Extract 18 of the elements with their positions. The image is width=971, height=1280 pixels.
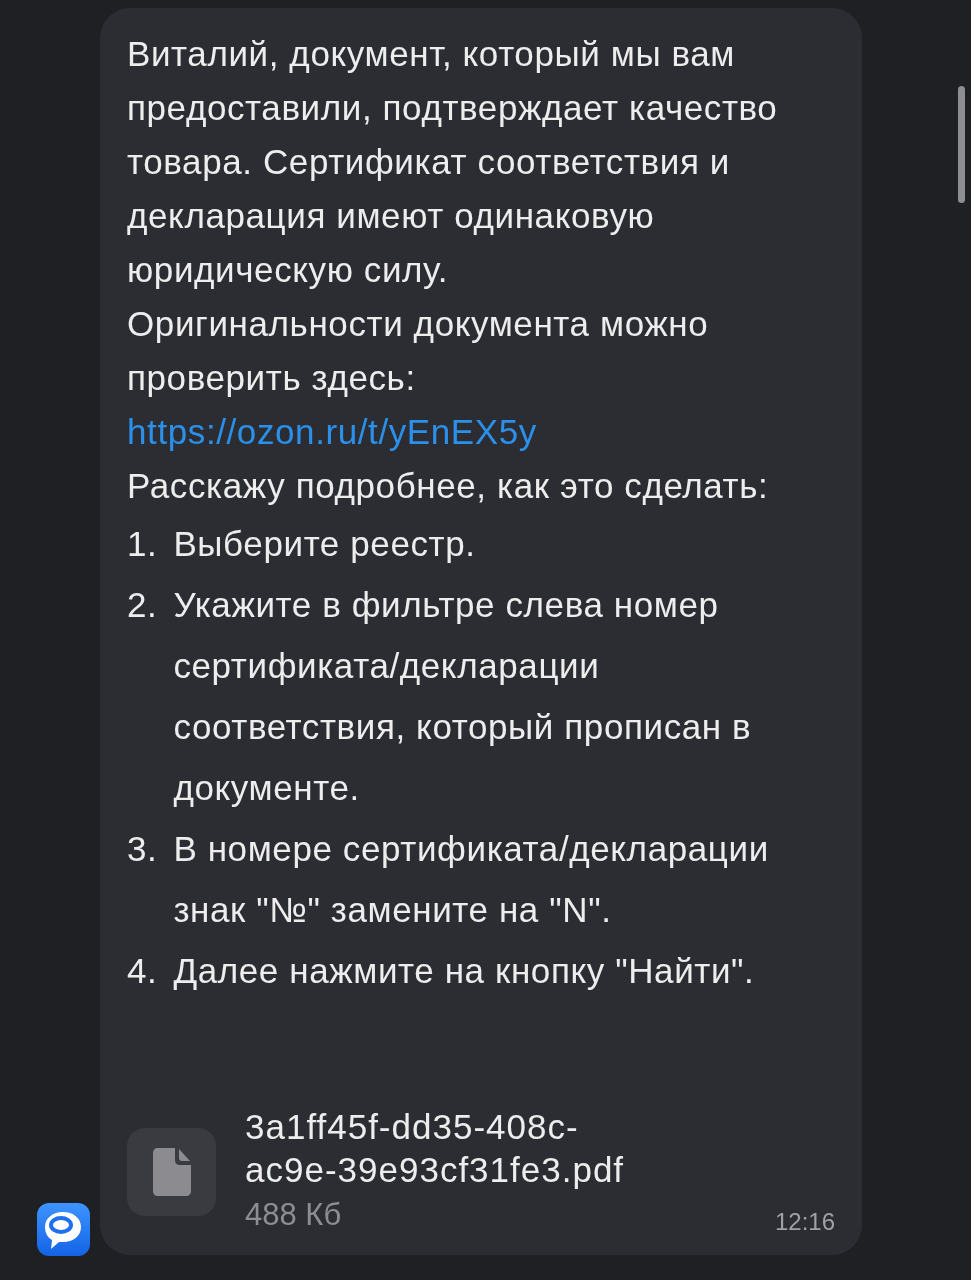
message-time: 12:16	[774, 1207, 835, 1237]
step-text: В номере сертификата/декларации знак "№" замените на "N".	[173, 828, 770, 931]
file-size: 488 Кб	[245, 1196, 343, 1234]
step-text: Укажите в фильтре слева номер сертификата/декларации соответствия, который прописан в документе.	[173, 584, 753, 809]
file-name: 3a1ff45f-dd35-408c-ac9e-39e93cf31fe3.pdf	[245, 1106, 626, 1191]
step-text: Далее нажмите на кнопку "Найти".	[173, 950, 756, 992]
message-text: Виталий, документ, который мы вам предоставили, подтверждает качество товара. Сертификат соответствия и декларация имеют одинаковую юридическую силу.	[127, 33, 779, 291]
file-icon[interactable]	[127, 1128, 216, 1216]
link[interactable]: https://ozon.ru/t/yEnEX5y	[127, 412, 537, 451]
message-text: Оригинальности документа можно проверить здесь: https://ozon.ru/t/yEnEX5y	[127, 303, 710, 453]
message-text: Расскажу подробнее, как это сделать:	[127, 465, 770, 507]
step-number: 1.	[127, 523, 158, 565]
step-number: 3.	[127, 828, 158, 870]
step-number: 4.	[127, 950, 158, 992]
step-text: Выберите реестр.	[173, 523, 477, 565]
step-number: 2.	[127, 584, 158, 626]
chat-avatar-icon	[37, 1203, 90, 1256]
scrollbar[interactable]	[958, 86, 965, 203]
